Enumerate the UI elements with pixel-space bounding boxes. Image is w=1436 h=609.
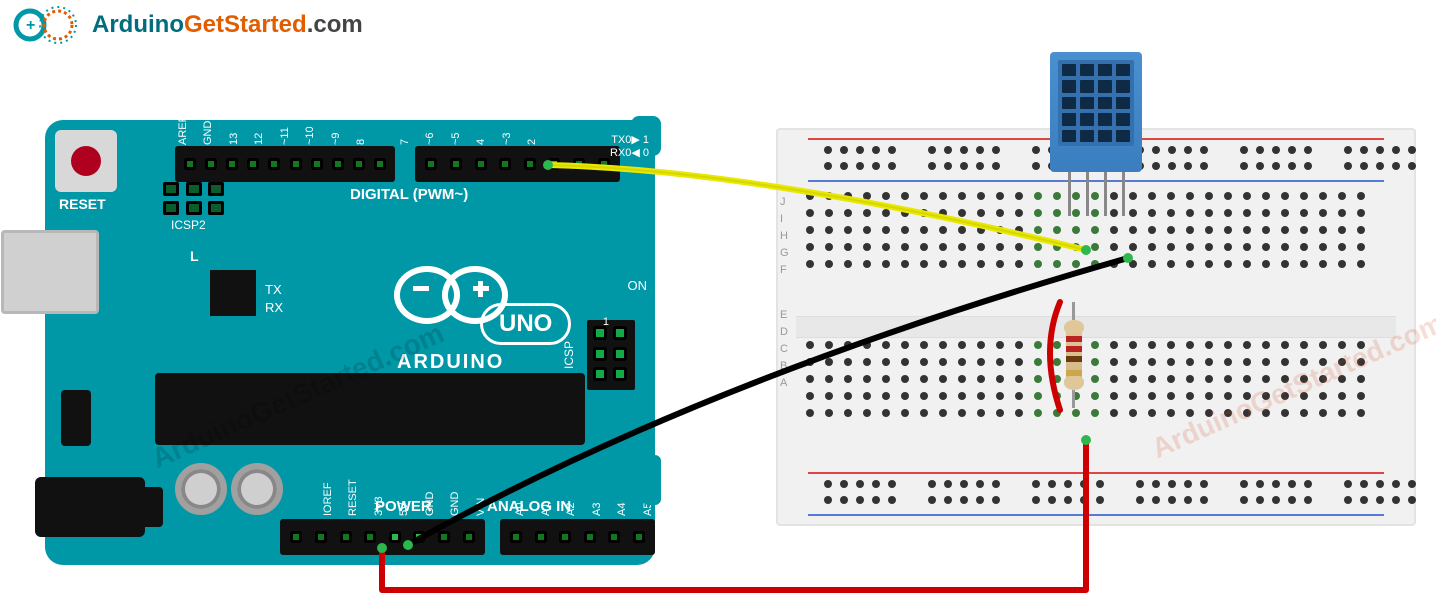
- analog-header[interactable]: [500, 519, 655, 555]
- capacitor-icon: [231, 463, 283, 515]
- icsp-pin1: 1: [603, 316, 609, 328]
- digital-section-label: DIGITAL (PWM~): [350, 186, 468, 203]
- pin-5v: [389, 531, 401, 543]
- icsp-header: [587, 320, 635, 390]
- arduino-uno-board: RESET ICSP2 AREF GND 13 12 ~11 ~10 ~9 8 …: [45, 120, 655, 565]
- breadboard-bottom-half: [796, 341, 1396, 463]
- digital-header-left[interactable]: [175, 146, 395, 182]
- digital-pin-labels: AREF GND 13 12 ~11 ~10 ~9 8 7 ~6 ~5 4 ~3…: [173, 123, 623, 145]
- icsp2-label: ICSP2: [171, 218, 206, 232]
- pull-up-resistor: [1066, 316, 1082, 394]
- tx-rx-label: TX0▶ 1 RX0◀ 0: [610, 134, 649, 160]
- icsp-label: ICSP: [562, 341, 576, 369]
- capacitors: [175, 463, 283, 515]
- capacitor-icon: [175, 463, 227, 515]
- atmega16u2-chip: [210, 270, 256, 316]
- dht11-grille-icon: [1058, 60, 1134, 146]
- logo-mark-icon: +: [8, 4, 86, 46]
- pin-gnd: [413, 531, 425, 543]
- dht11-sensor: [1050, 52, 1142, 172]
- voltage-regulator: [61, 390, 91, 446]
- logo-word-3: .com: [307, 11, 363, 38]
- breadboard-center-channel: [796, 316, 1396, 338]
- infinity-icon: [386, 260, 516, 318]
- logo-word-2: GetStarted: [184, 11, 307, 38]
- reset-label: RESET: [59, 196, 106, 212]
- dht11-pins: [1060, 172, 1132, 216]
- breadboard-bottom-rail: [788, 468, 1404, 520]
- logo-word-1: Arduino: [92, 11, 184, 38]
- rail-holes[interactable]: [824, 480, 1368, 508]
- on-led-label: ON: [628, 278, 648, 293]
- breadboard-row-labels: J I H G F E D C B A: [780, 198, 789, 388]
- dc-power-jack: [35, 477, 145, 537]
- power-header[interactable]: [280, 519, 485, 555]
- breadboard-main-area[interactable]: [796, 192, 1396, 462]
- logo-text: ArduinoGetStarted.com: [92, 11, 363, 39]
- reset-button[interactable]: [55, 130, 117, 192]
- led-l-label: L: [190, 248, 199, 264]
- usb-port: [1, 230, 99, 314]
- svg-text:+: +: [26, 17, 35, 34]
- site-logo: + ArduinoGetStarted.com: [8, 4, 363, 46]
- tx-led-label: TX: [265, 282, 282, 297]
- rx-led-label: RX: [265, 300, 283, 315]
- digital-header-right[interactable]: [415, 146, 620, 182]
- icsp2-header: [163, 182, 227, 216]
- resistor-body-icon: [1066, 326, 1082, 384]
- power-analog-pin-labels: IOREF RESET 3V3 5V GND GND VIN A0 A1 A2 …: [298, 503, 668, 517]
- pin-2: [548, 158, 560, 170]
